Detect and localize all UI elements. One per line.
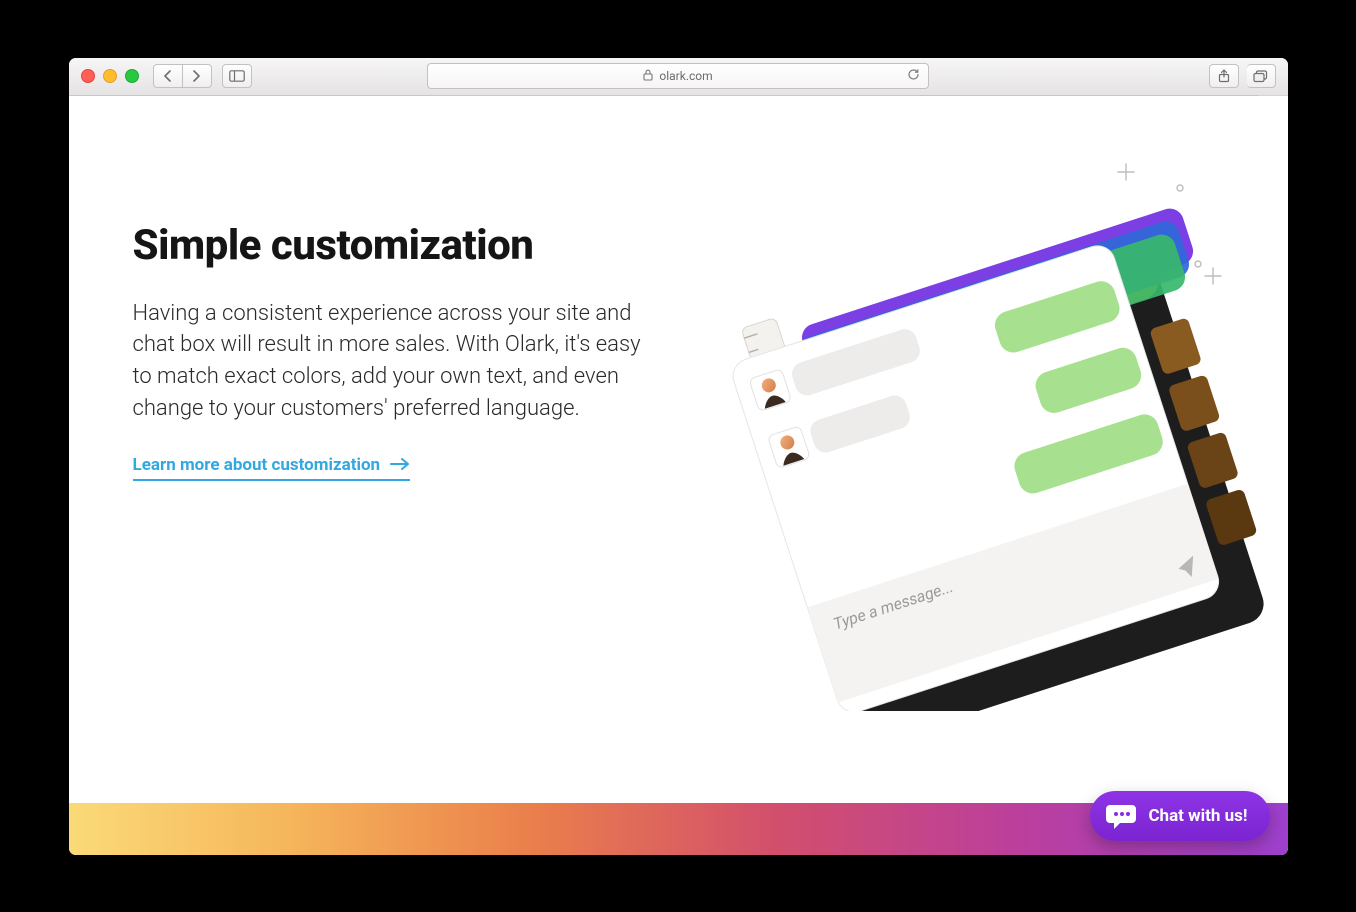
minimize-window-button[interactable]: [103, 69, 117, 83]
lock-icon: [643, 69, 653, 84]
chat-widget-label: Chat with us!: [1148, 806, 1247, 826]
forward-button[interactable]: [183, 64, 212, 88]
hero-paragraph: Having a consistent experience across yo…: [133, 298, 653, 426]
zoom-window-button[interactable]: [125, 69, 139, 83]
address-bar[interactable]: olark.com: [427, 63, 929, 89]
arrow-right-icon: [390, 455, 410, 475]
chat-bubble-icon: [1106, 803, 1136, 829]
close-window-button[interactable]: [81, 69, 95, 83]
chat-widget-button[interactable]: Chat with us!: [1090, 791, 1269, 841]
window-controls: [81, 69, 139, 83]
browser-window: olark.com + Simple customization Having …: [69, 58, 1288, 855]
share-button[interactable]: [1209, 64, 1239, 88]
address-bar-host: olark.com: [659, 69, 712, 83]
browser-toolbar: olark.com: [69, 58, 1288, 96]
back-button[interactable]: [153, 64, 183, 88]
hero-section: Simple customization Having a consistent…: [133, 221, 653, 482]
hero-title: Simple customization: [133, 221, 653, 270]
reload-icon[interactable]: [907, 68, 920, 84]
nav-buttons: [153, 64, 212, 88]
page-content: Simple customization Having a consistent…: [69, 96, 1288, 855]
learn-more-link[interactable]: Learn more about customization: [133, 455, 411, 481]
sidebar-button[interactable]: [222, 64, 252, 88]
customization-illustration: Type a message...: [708, 151, 1278, 711]
learn-more-label: Learn more about customization: [133, 455, 381, 475]
tabs-button[interactable]: [1247, 64, 1276, 88]
